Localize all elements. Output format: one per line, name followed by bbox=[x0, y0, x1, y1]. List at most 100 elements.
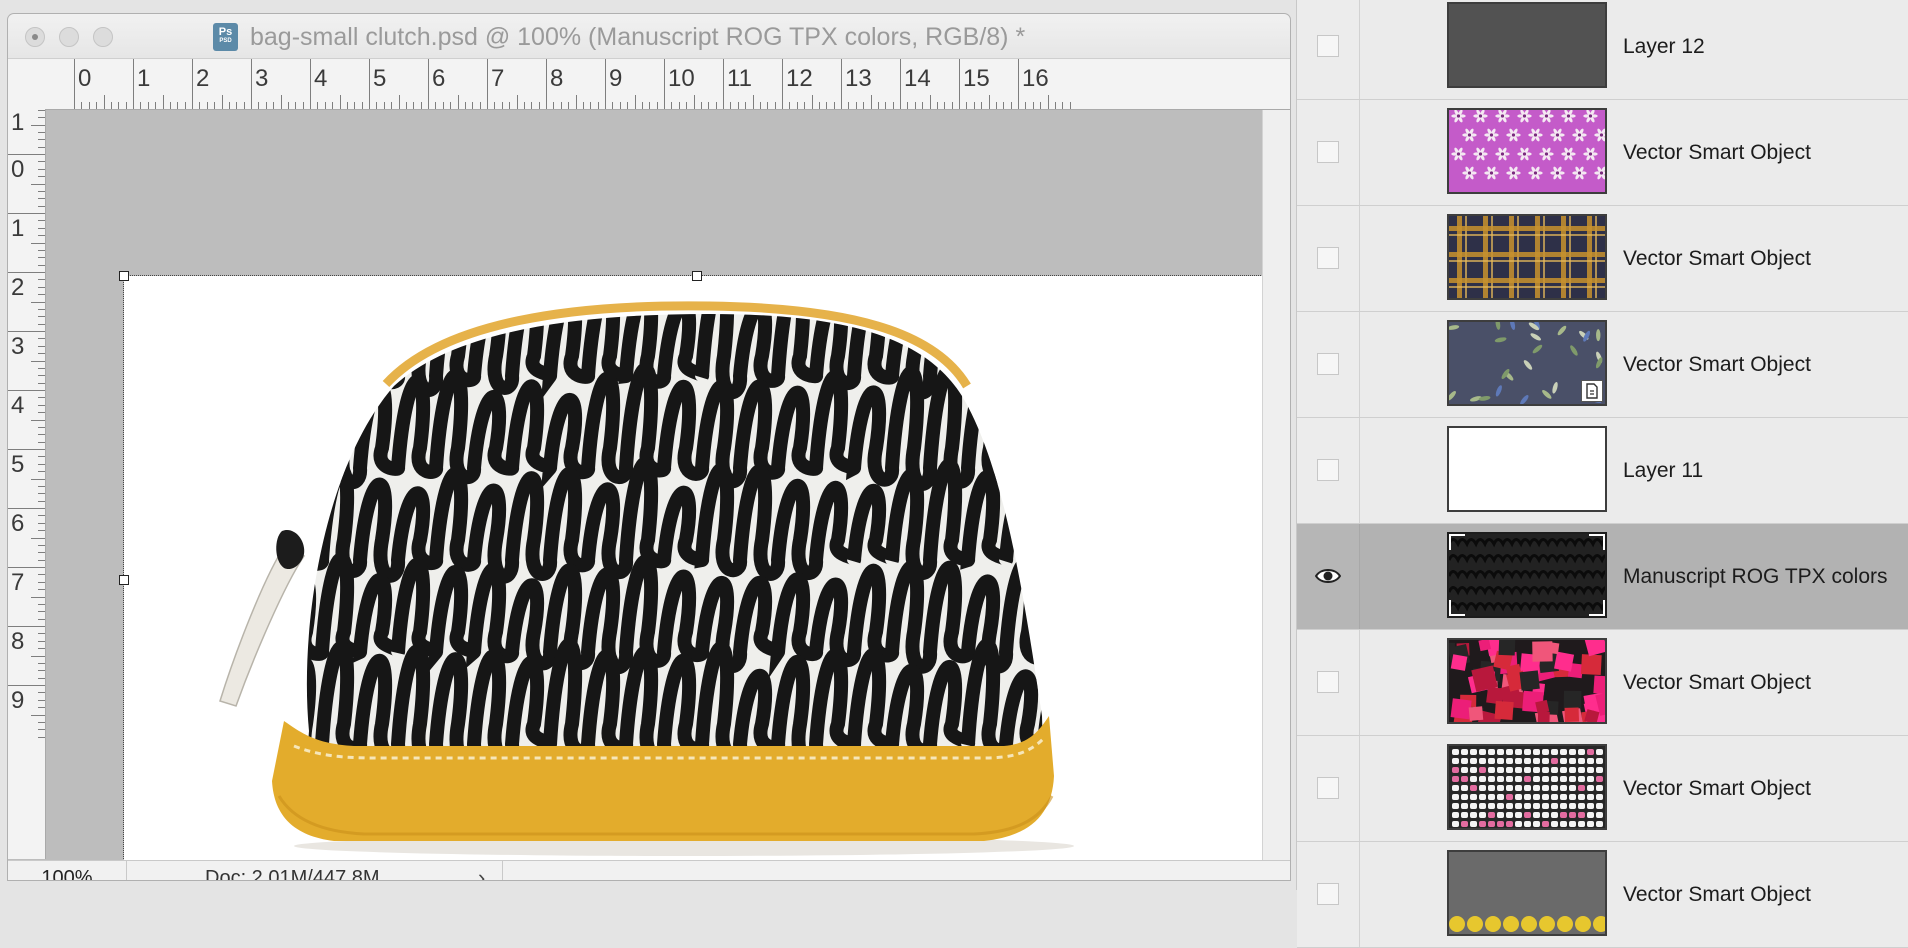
layer-name[interactable]: Vector Smart Object bbox=[1623, 630, 1811, 735]
visibility-checkbox[interactable] bbox=[1317, 671, 1339, 693]
layer-name[interactable]: Manuscript ROG TPX colors bbox=[1623, 524, 1888, 629]
visibility-checkbox[interactable] bbox=[1317, 141, 1339, 163]
canvas-area[interactable] bbox=[46, 110, 1275, 880]
ruler-label: 8 bbox=[550, 65, 564, 92]
layer-row[interactable]: Layer 12 bbox=[1297, 0, 1908, 100]
layer-row[interactable]: Layer 11 bbox=[1297, 418, 1908, 524]
layer-visibility-toggle[interactable] bbox=[1297, 312, 1360, 417]
ruler-minor-tick bbox=[81, 102, 82, 109]
transform-handle[interactable] bbox=[119, 575, 129, 585]
layer-name[interactable]: Vector Smart Object bbox=[1623, 312, 1811, 417]
layer-thumbnail[interactable] bbox=[1447, 426, 1607, 512]
ruler-minor-tick bbox=[1070, 102, 1071, 109]
ruler-label: 8 bbox=[11, 628, 25, 655]
layer-thumbnail[interactable] bbox=[1447, 744, 1607, 830]
layer-row[interactable]: Manuscript ROG TPX colors bbox=[1297, 524, 1908, 630]
ruler-minor-tick bbox=[89, 102, 90, 109]
chevron-right-icon[interactable]: › bbox=[478, 861, 485, 880]
layer-row[interactable]: Vector Smart Object bbox=[1297, 312, 1908, 418]
ruler-label: 1 bbox=[11, 109, 25, 136]
layer-thumbnail[interactable] bbox=[1447, 108, 1607, 194]
ruler-minor-tick bbox=[576, 95, 577, 109]
layer-row[interactable]: Vector Smart Object bbox=[1297, 206, 1908, 312]
visibility-checkbox[interactable] bbox=[1317, 247, 1339, 269]
visibility-checkbox[interactable] bbox=[1317, 883, 1339, 905]
horizontal-ruler[interactable]: 0 1 2 3 4 5 6 7 8 9 10 11 12 13 14 15 16 bbox=[8, 59, 1290, 110]
ruler-minor-tick bbox=[38, 729, 45, 730]
ruler-major-tick bbox=[8, 508, 45, 509]
visibility-checkbox[interactable] bbox=[1317, 459, 1339, 481]
layer-visibility-toggle[interactable] bbox=[1297, 100, 1360, 205]
ruler-minor-tick bbox=[38, 523, 45, 524]
ruler-minor-tick bbox=[332, 102, 333, 109]
layer-thumbnail[interactable] bbox=[1447, 2, 1607, 88]
ruler-minor-tick bbox=[38, 471, 45, 472]
ruler-minor-tick bbox=[38, 397, 45, 398]
ruler-minor-tick bbox=[996, 102, 997, 109]
ruler-label: 16 bbox=[1022, 65, 1049, 92]
visibility-checkbox[interactable] bbox=[1317, 353, 1339, 375]
layer-visibility-toggle[interactable] bbox=[1297, 630, 1360, 735]
layer-thumbnail[interactable] bbox=[1447, 320, 1607, 406]
layer-visibility-toggle[interactable] bbox=[1297, 418, 1360, 523]
visibility-checkbox[interactable] bbox=[1317, 35, 1339, 57]
ruler-major-tick bbox=[74, 59, 75, 109]
selection-corner-marker bbox=[1589, 534, 1605, 550]
ruler-minor-tick bbox=[38, 582, 45, 583]
ruler-minor-tick bbox=[126, 102, 127, 109]
layer-name[interactable]: Layer 11 bbox=[1623, 418, 1703, 523]
layer-row[interactable]: Vector Smart Object bbox=[1297, 842, 1908, 948]
ruler-major-tick bbox=[8, 272, 45, 273]
ruler-minor-tick bbox=[649, 102, 650, 109]
visibility-checkbox[interactable] bbox=[1317, 777, 1339, 799]
zoom-level-field[interactable]: 100% bbox=[8, 861, 127, 880]
layer-visibility-toggle[interactable] bbox=[1297, 206, 1360, 311]
ruler-label: 3 bbox=[255, 65, 269, 92]
vertical-ruler[interactable]: 1 0 1 2 3 4 5 6 7 8 9 bbox=[8, 109, 46, 859]
vertical-scrollbar[interactable] bbox=[1262, 110, 1290, 860]
layer-name[interactable]: Vector Smart Object bbox=[1623, 736, 1811, 841]
ruler-minor-tick bbox=[399, 95, 400, 109]
layer-name[interactable]: Vector Smart Object bbox=[1623, 100, 1811, 205]
ruler-minor-tick bbox=[207, 102, 208, 109]
layer-row[interactable]: Vector Smart Object bbox=[1297, 100, 1908, 206]
ruler-minor-tick bbox=[878, 102, 879, 109]
ruler-major-tick bbox=[723, 59, 724, 109]
zoom-window-button[interactable] bbox=[93, 27, 113, 47]
ruler-minor-tick bbox=[31, 302, 45, 303]
ruler-label: 5 bbox=[373, 65, 387, 92]
layer-thumbnail[interactable] bbox=[1447, 638, 1607, 724]
ruler-minor-tick bbox=[38, 353, 45, 354]
artboard[interactable] bbox=[119, 271, 1275, 880]
layer-visibility-toggle[interactable] bbox=[1297, 842, 1360, 947]
layer-visibility-toggle[interactable] bbox=[1297, 524, 1360, 629]
ruler-minor-tick bbox=[38, 412, 45, 413]
transform-handle[interactable] bbox=[119, 271, 129, 281]
layer-visibility-toggle[interactable] bbox=[1297, 736, 1360, 841]
ruler-minor-tick bbox=[38, 633, 45, 634]
ruler-minor-tick bbox=[177, 102, 178, 109]
layer-thumbnail[interactable] bbox=[1447, 532, 1607, 618]
close-window-button[interactable] bbox=[25, 27, 45, 47]
minimize-window-button[interactable] bbox=[59, 27, 79, 47]
ruler-minor-tick bbox=[31, 420, 45, 421]
layer-thumbnail[interactable] bbox=[1447, 850, 1607, 936]
layer-thumbnail[interactable] bbox=[1447, 214, 1607, 300]
transform-handle[interactable] bbox=[692, 271, 702, 281]
layer-visibility-toggle[interactable] bbox=[1297, 0, 1360, 99]
ruler-minor-tick bbox=[38, 117, 45, 118]
ruler-minor-tick bbox=[244, 102, 245, 109]
ruler-minor-tick bbox=[981, 102, 982, 109]
ruler-minor-tick bbox=[111, 102, 112, 109]
layer-name[interactable]: Vector Smart Object bbox=[1623, 842, 1811, 947]
layer-row[interactable]: Vector Smart Object bbox=[1297, 736, 1908, 842]
layer-row[interactable]: Vector Smart Object bbox=[1297, 630, 1908, 736]
ruler-minor-tick bbox=[620, 102, 621, 109]
ruler-major-tick bbox=[487, 59, 488, 109]
document-titlebar[interactable]: Ps PSD bag-small clutch.psd @ 100% (Manu… bbox=[8, 14, 1290, 59]
layer-name[interactable]: Layer 12 bbox=[1623, 0, 1705, 99]
ruler-minor-tick bbox=[170, 102, 171, 109]
document-size-info: Doc: 2.01M/447.8M bbox=[205, 867, 380, 880]
ruler-minor-tick bbox=[804, 102, 805, 109]
layer-name[interactable]: Vector Smart Object bbox=[1623, 206, 1811, 311]
